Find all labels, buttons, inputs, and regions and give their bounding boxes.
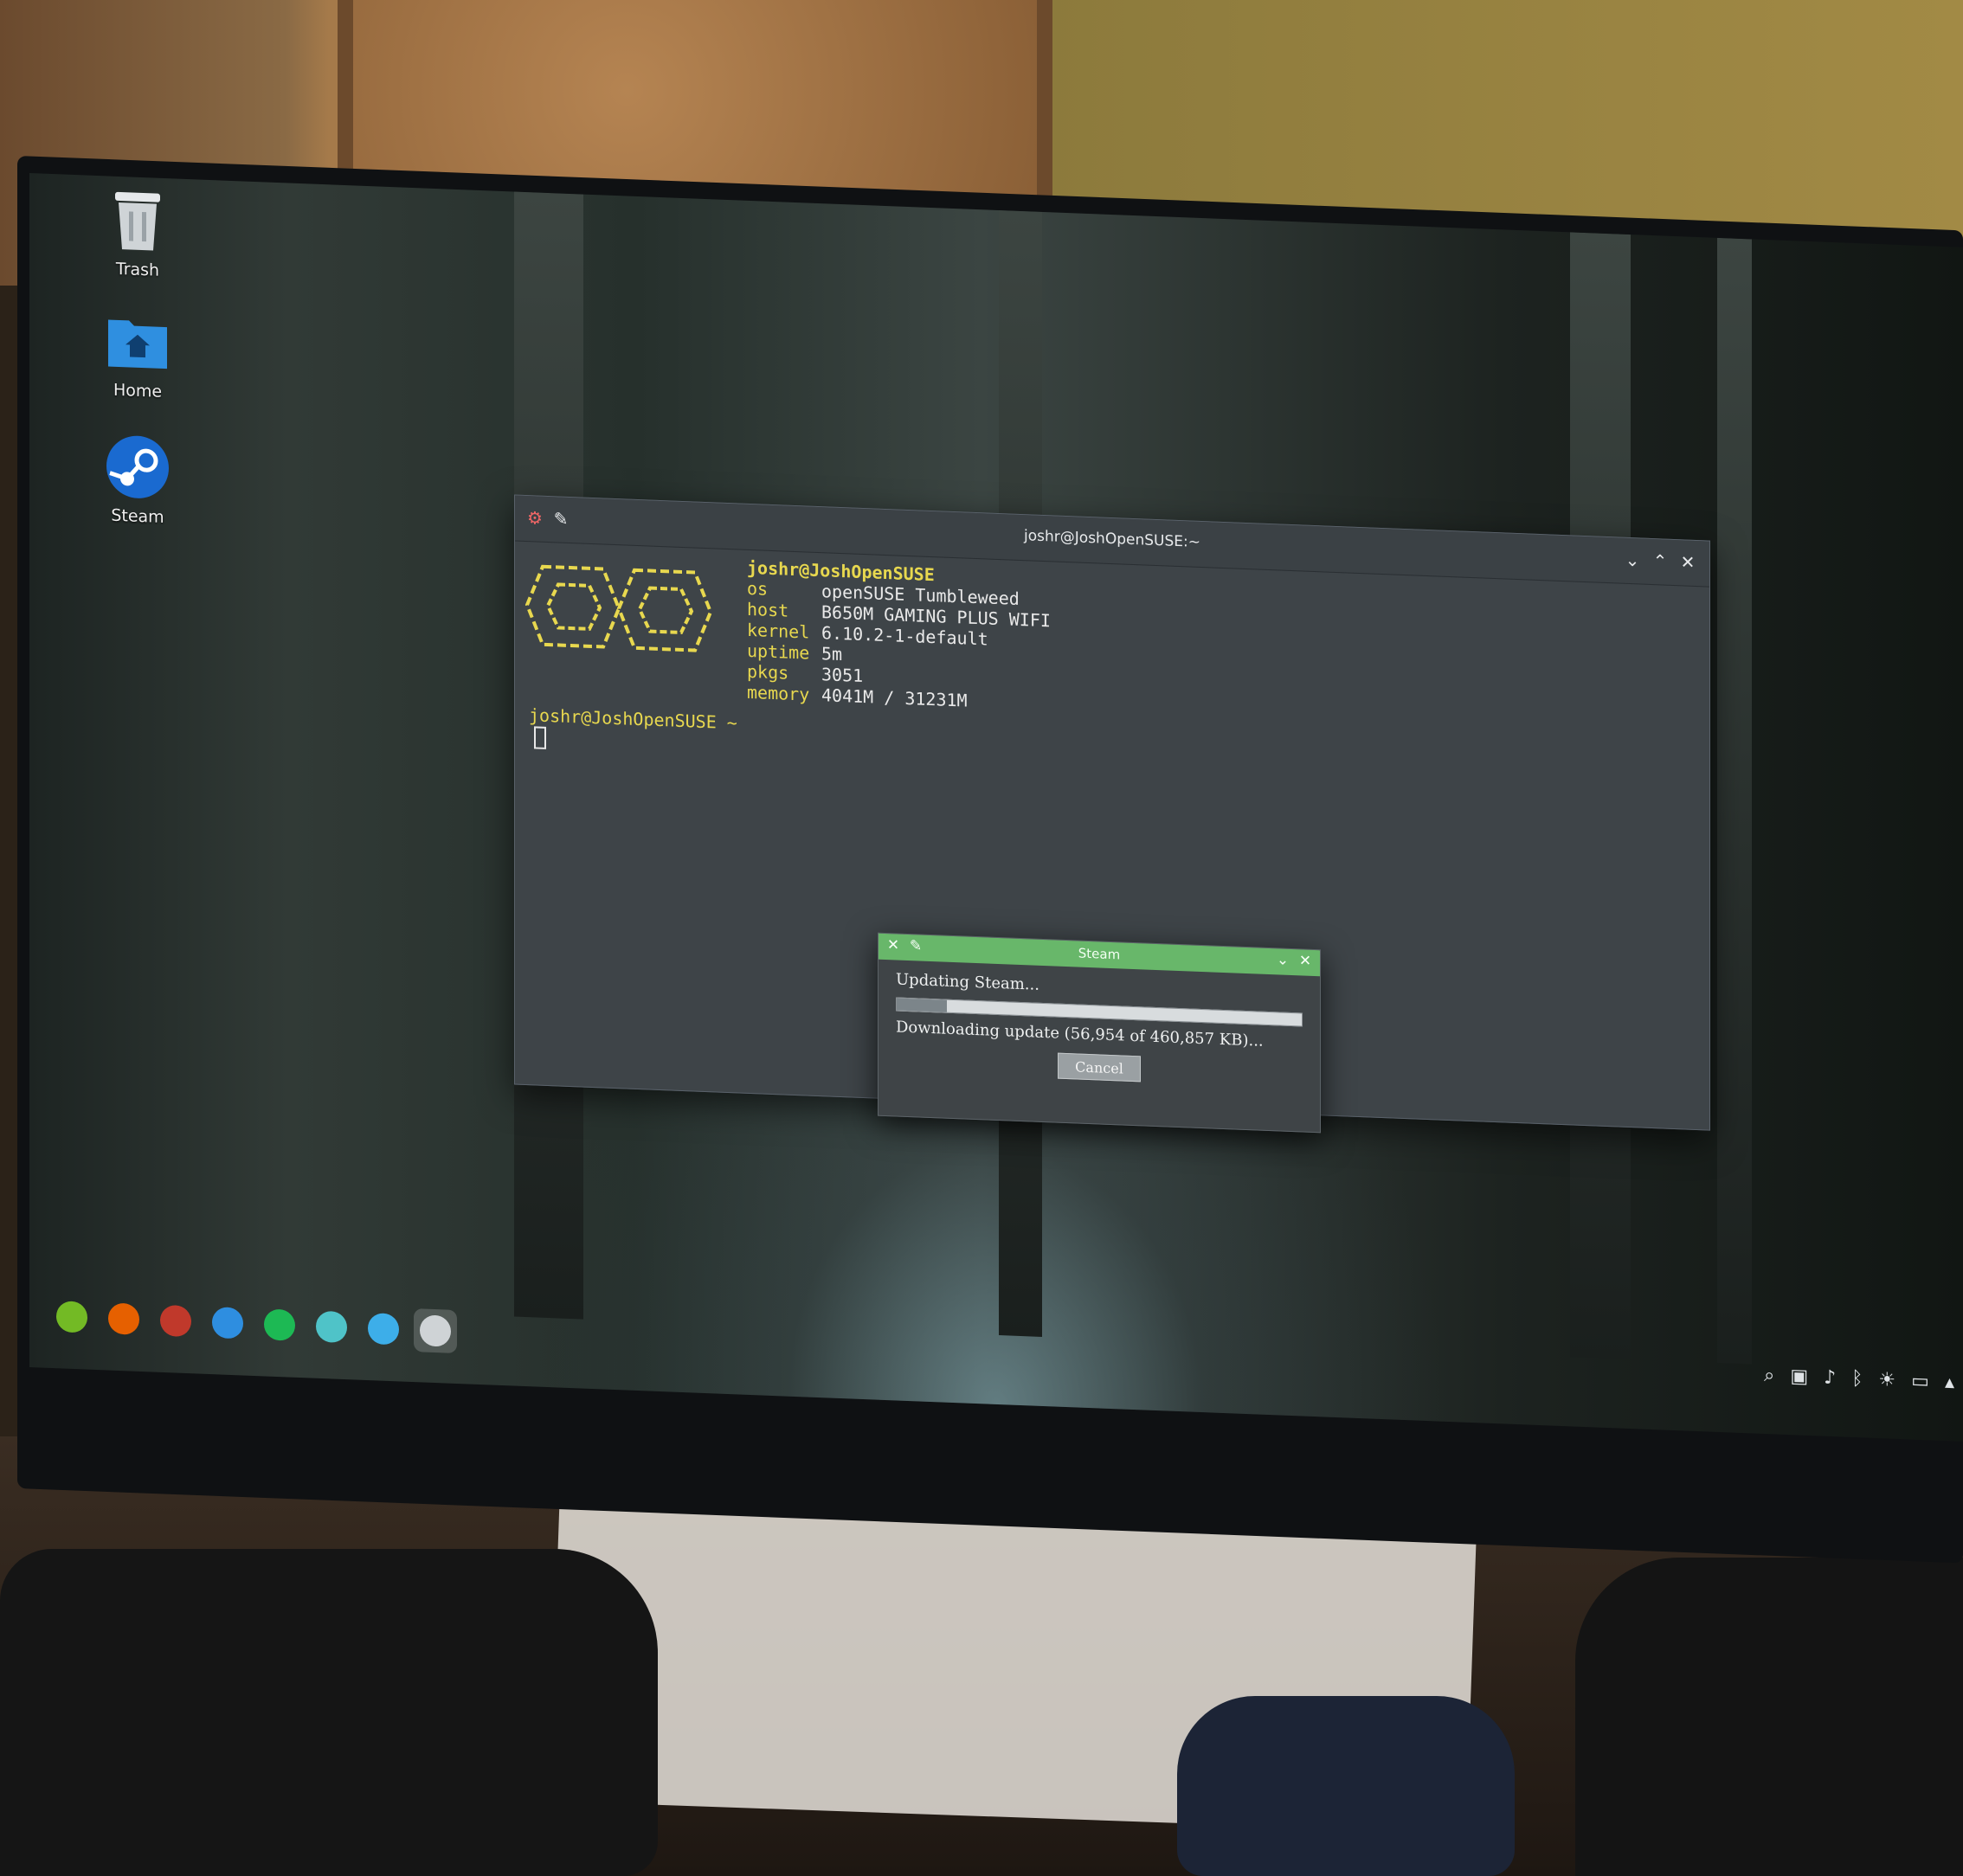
maximize-button[interactable]: ⌃ [1649, 549, 1671, 573]
fetch-key: pkgs [747, 660, 789, 684]
fetch-key: os [747, 577, 769, 600]
close-button[interactable]: ✕ [1677, 550, 1699, 574]
bluetooth-icon[interactable]: ᛒ [1851, 1368, 1863, 1391]
discover-icon[interactable] [362, 1307, 405, 1352]
fetch-key: memory [747, 681, 810, 705]
desk-gamepad [1575, 1558, 1963, 1876]
trash-icon [115, 191, 160, 251]
app-icon[interactable] [310, 1304, 353, 1349]
app-icon-glyph [160, 1304, 191, 1338]
text-cursor[interactable] [534, 725, 546, 749]
desktop-icon-label: Trash [115, 259, 160, 280]
battery-icon[interactable]: ▭ [1911, 1371, 1929, 1393]
desktop-icon-label: Home [113, 380, 163, 402]
spotify-icon-glyph [264, 1308, 295, 1341]
home-folder-icon [108, 319, 167, 369]
terminal-icon-glyph [420, 1314, 451, 1347]
opensuse-menu-icon[interactable] [50, 1295, 93, 1340]
opensuse-menu-icon-glyph [56, 1301, 87, 1333]
desk-controller [1177, 1696, 1515, 1876]
steam-dialog-body: Updating Steam... Downloading update (56… [879, 960, 1320, 1100]
desktop-icon-home[interactable]: Home [73, 305, 203, 403]
app-icon-glyph [316, 1310, 347, 1344]
fetch-value: 4041M / 31231M [821, 684, 968, 711]
volume-icon[interactable]: ♪ [1824, 1367, 1836, 1390]
terminal-icon[interactable] [414, 1308, 457, 1353]
firefox-icon[interactable] [102, 1296, 145, 1341]
fetch-value: 5m [821, 643, 843, 665]
minimize-button[interactable]: ⌄ [1273, 951, 1292, 969]
desktop-icon-label: Steam [111, 505, 164, 527]
fetch-key: host [747, 598, 789, 621]
minimize-button[interactable]: ⌄ [1621, 549, 1644, 572]
firefox-icon-glyph [108, 1302, 139, 1335]
steam-icon [106, 435, 169, 498]
steam-update-dialog[interactable]: ✕ ✎ Steam ⌄ ✕ Updating Steam... Download… [878, 932, 1321, 1134]
close-button[interactable]: ✕ [1296, 952, 1315, 970]
fetch-output: joshr@JoshOpenSUSE os openSUSE Tumbleweed… [747, 557, 1051, 714]
desk-bag [0, 1549, 658, 1876]
window-icon[interactable]: ▣ [1790, 1365, 1808, 1388]
taskbar [42, 1287, 500, 1363]
chevron-up-icon[interactable]: ▴ [1945, 1372, 1954, 1393]
wallpaper-tree [1717, 237, 1752, 1365]
fetch-value: 3051 [821, 664, 864, 687]
system-tray: ⌕ ▣ ♪ ᛒ ☀ ▭ ▴ [1764, 1365, 1954, 1393]
desktop-icon-steam[interactable]: Steam [73, 430, 203, 529]
fetch-key: kernel [747, 619, 810, 643]
fetch-key: uptime [747, 639, 810, 664]
shell-prompt: joshr@JoshOpenSUSE ~ [529, 704, 737, 756]
app-icon[interactable] [154, 1299, 197, 1344]
search-icon[interactable]: ⌕ [1764, 1365, 1774, 1386]
file-manager-icon-glyph [212, 1307, 243, 1340]
opensuse-logo-icon [525, 564, 713, 652]
file-manager-icon[interactable] [206, 1301, 249, 1346]
desktop-screen: Trash Home Steam ⚙ ✎ joshr@JoshOpenSUSE:… [29, 173, 1963, 1442]
desktop-icon-trash[interactable]: Trash [73, 183, 203, 282]
prompt-text: joshr@JoshOpenSUSE ~ [529, 704, 737, 734]
brightness-icon[interactable]: ☀ [1878, 1369, 1895, 1391]
download-progress-fill [897, 998, 948, 1012]
discover-icon-glyph [368, 1313, 399, 1346]
spotify-icon[interactable] [258, 1302, 301, 1347]
cancel-button[interactable]: Cancel [1058, 1052, 1141, 1083]
